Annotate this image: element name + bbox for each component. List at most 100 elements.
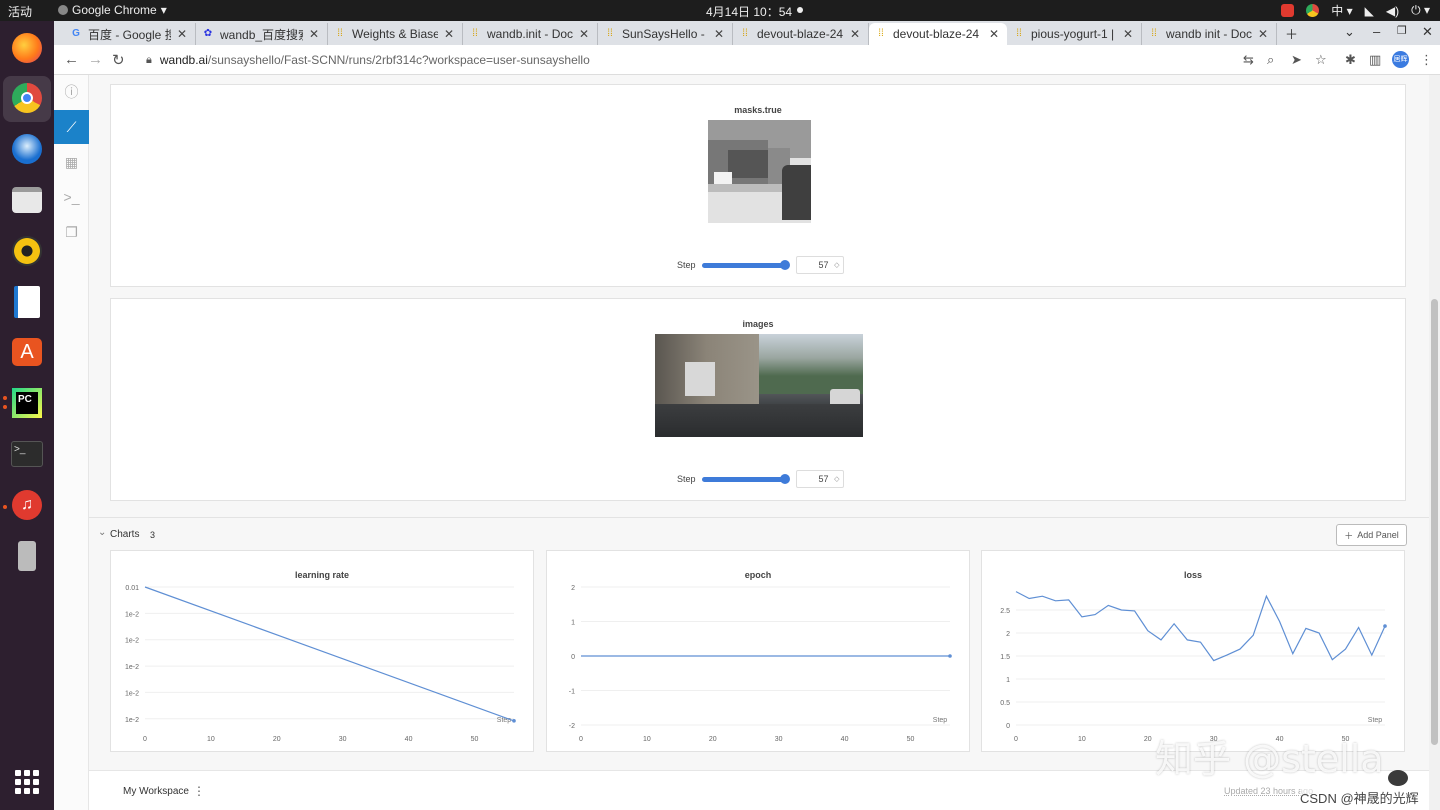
input-method-indicator[interactable]: 中 ▾	[1331, 2, 1352, 19]
logs-terminal-icon[interactable]: >_	[54, 180, 89, 214]
series-line	[1015, 591, 1386, 662]
close-tab-icon[interactable]: ✕	[850, 27, 860, 41]
lock-icon[interactable]: 🔒︎	[146, 54, 152, 67]
slider-knob[interactable]	[779, 259, 790, 270]
power-icon[interactable]: ⏻ ▾	[1411, 3, 1430, 18]
wandb-favicon-icon: ⁞⁞	[742, 28, 748, 39]
workspace-menu-icon[interactable]: ⋮	[193, 784, 205, 798]
pycharm-icon[interactable]: PC	[9, 385, 45, 421]
page-scrollbar[interactable]	[1429, 75, 1440, 810]
tab-sunsayshello[interactable]: ⁞⁞ SunSaysHello - M ✕	[598, 23, 733, 45]
tab-wandb-init-docs-2[interactable]: ⁞⁞ wandb init - Docs ✕	[1142, 23, 1277, 45]
close-window-icon[interactable]: ✕	[1422, 24, 1433, 40]
translate-icon[interactable]: ⇆	[1243, 52, 1254, 68]
bookmark-star-icon[interactable]: ☆	[1315, 52, 1327, 68]
tab-strip: G 百度 - Google 搜索 ✕ ✿ wandb_百度搜索 ✕ ⁞⁞ Wei…	[54, 21, 1440, 45]
chart-learning-rate[interactable]: learning rate 0.01 1e-2 1e-2 1e-2 1e-2 1e-2 0 1…	[110, 550, 534, 752]
url-field[interactable]: 🔒︎ wandb.ai/sunsayshello/Fast-SCNN/runs/…	[136, 49, 1336, 71]
thunderbird-icon[interactable]	[9, 131, 45, 167]
close-tab-icon[interactable]: ✕	[444, 27, 454, 41]
tab-weights-biases[interactable]: ⁞⁞ Weights & Biases ✕	[328, 23, 463, 45]
send-icon[interactable]: ➤	[1291, 52, 1302, 68]
side-panel-icon[interactable]: ▥	[1369, 52, 1381, 68]
system-tray[interactable]: 中 ▾ ◣ ◀) ⏻ ▾	[1281, 2, 1430, 19]
close-tab-icon[interactable]: ✕	[1123, 27, 1133, 41]
close-tab-icon[interactable]: ✕	[1258, 27, 1268, 41]
app-menu[interactable]: Google Chrome ▾	[58, 3, 167, 17]
clock[interactable]: 4月14日 10：54	[706, 3, 792, 20]
overview-info-icon[interactable]: ⓘ	[54, 75, 89, 109]
new-tab-icon[interactable]: ＋	[1285, 24, 1298, 43]
y-tick-label: 1	[1006, 677, 1010, 684]
tab-pious-yogurt[interactable]: ⁞⁞ pious-yogurt-1 | c ✕	[1007, 23, 1142, 45]
app-center-icon[interactable]: A	[9, 334, 45, 370]
system-chip-icon[interactable]: ▦	[54, 145, 89, 179]
show-apps-icon[interactable]	[9, 764, 45, 800]
chart-epoch[interactable]: epoch 2 1 0 -1 -2 0 10 20 30 40 50 Step	[546, 550, 970, 752]
rhythmbox-icon[interactable]	[9, 233, 45, 269]
workspace-name[interactable]: My Workspace	[123, 786, 189, 797]
x-tick-label: 10	[207, 736, 215, 743]
activities-button[interactable]: 活动	[8, 3, 32, 20]
wandb-favicon-icon: ⁞⁞	[1016, 28, 1022, 39]
reload-icon[interactable]: ↻	[112, 51, 125, 69]
charts-section-header[interactable]: ⌄ Charts 3 ＋ Add Panel	[89, 517, 1429, 547]
minimize-icon[interactable]: –	[1373, 24, 1380, 39]
close-tab-icon[interactable]: ✕	[579, 27, 589, 41]
y-tick-label: 1e-2	[125, 664, 139, 671]
step-input[interactable]: 57 ◇	[795, 470, 844, 488]
tab-devout-blaze-active[interactable]: ⁞⁞ devout-blaze-24 ✕	[869, 23, 1007, 45]
chrome-menu-icon[interactable]: ⋮	[1420, 52, 1433, 68]
netease-music-icon[interactable]: ♫	[9, 487, 45, 523]
restore-icon[interactable]: ❐	[1397, 24, 1407, 37]
step-slider[interactable]	[701, 473, 790, 484]
charts-nav-icon[interactable]: ⟋	[54, 110, 89, 144]
google-favicon-icon: G	[72, 28, 80, 39]
y-tick-label: 1	[571, 620, 575, 627]
add-panel-button[interactable]: ＋ Add Panel	[1336, 524, 1407, 546]
firefox-icon[interactable]	[9, 30, 45, 66]
y-tick-label: 0	[1006, 723, 1010, 730]
y-tick-label: 2	[571, 585, 575, 592]
chrome-icon[interactable]	[9, 80, 45, 116]
forward-icon[interactable]: →	[88, 51, 103, 68]
back-icon[interactable]: ←	[64, 51, 79, 68]
files-icon[interactable]	[9, 182, 45, 218]
dock: A PC >_ ♫	[0, 21, 54, 810]
step-input[interactable]: 57 ◇	[795, 256, 844, 274]
profile-avatar[interactable]: 居辉	[1392, 51, 1409, 68]
chat-bubble-icon[interactable]	[1388, 770, 1408, 786]
volume-icon[interactable]: ◀)	[1386, 4, 1399, 18]
zoom-icon[interactable]: ⌕	[1267, 52, 1274, 68]
y-tick-label: -1	[569, 689, 575, 696]
close-tab-icon[interactable]: ✕	[177, 27, 187, 41]
tab-wandb-init-docs[interactable]: ⁞⁞ wandb.init - Docs ✕	[463, 23, 598, 45]
mask-image	[708, 120, 811, 223]
terminal-icon[interactable]: >_	[9, 436, 45, 472]
close-tab-icon[interactable]: ✕	[989, 27, 999, 41]
spinner-arrows-icon[interactable]: ◇	[834, 475, 839, 483]
scrollbar-thumb[interactable]	[1431, 299, 1438, 745]
last-point	[948, 654, 952, 658]
chrome-tray-icon[interactable]	[1306, 4, 1320, 17]
slider-knob[interactable]	[779, 473, 790, 484]
close-tab-icon[interactable]: ✕	[309, 27, 319, 41]
tab-google-search[interactable]: G 百度 - Google 搜索 ✕	[64, 23, 196, 45]
wifi-icon[interactable]: ◣	[1365, 4, 1374, 18]
netease-tray-icon[interactable]	[1281, 4, 1295, 17]
usb-drive-icon[interactable]	[9, 538, 45, 574]
tab-devout-blaze-1[interactable]: ⁞⁞ devout-blaze-24 ✕	[733, 23, 869, 45]
step-slider[interactable]	[701, 259, 790, 270]
running-indicator-icon	[3, 396, 7, 400]
close-tab-icon[interactable]: ✕	[714, 27, 724, 41]
spinner-arrows-icon[interactable]: ◇	[834, 261, 839, 269]
chart-loss[interactable]: loss 0 0.5 1 1.5 2 2.5 0 10 20 30 40 50 Step	[981, 550, 1405, 752]
tab-baidu-wandb[interactable]: ✿ wandb_百度搜索 ✕	[196, 23, 328, 45]
files-copy-icon[interactable]: ❐	[54, 215, 89, 249]
tab-search-icon[interactable]: ⌄	[1344, 24, 1355, 40]
charts-section-label[interactable]: Charts	[110, 529, 139, 540]
chevron-down-icon[interactable]: ⌄	[98, 527, 106, 538]
writer-icon[interactable]	[9, 284, 45, 320]
workspace-content: masks.true Step 57 ◇ images Step 57 ◇ ⌄ …	[89, 75, 1429, 770]
extensions-icon[interactable]: ✱	[1345, 52, 1356, 68]
